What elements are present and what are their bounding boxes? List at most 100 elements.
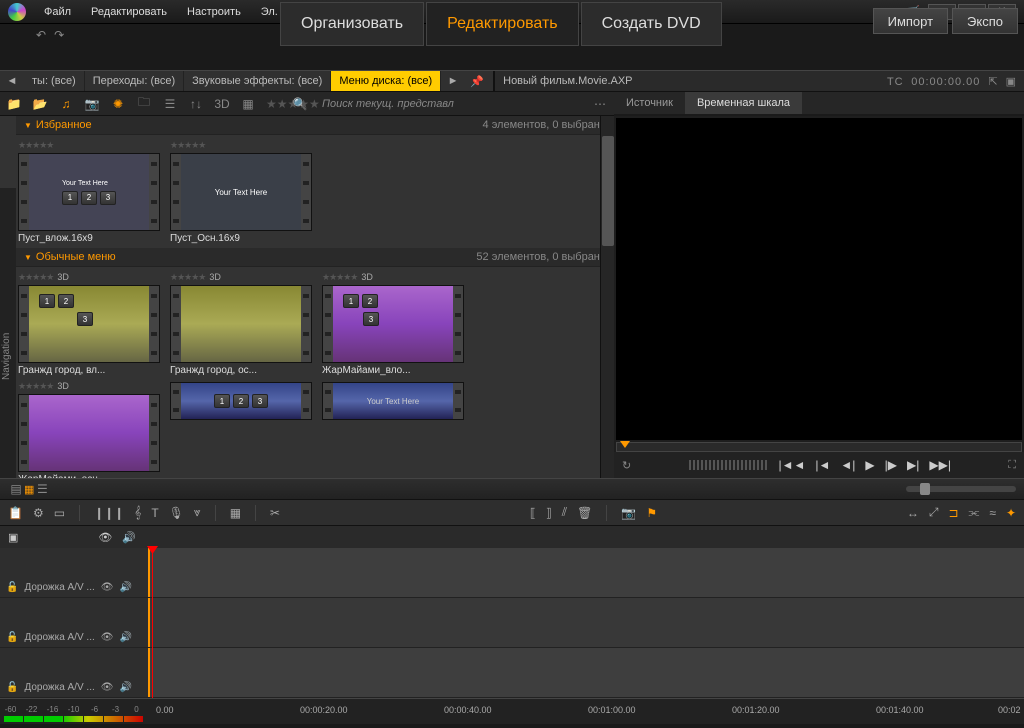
preview-tab-timeline[interactable]: Временная шкала	[685, 92, 802, 114]
search-icon[interactable]: 🔍	[292, 97, 308, 111]
title-icon[interactable]: T	[151, 506, 158, 520]
subtab-discmenu[interactable]: Меню диска: (все)	[331, 71, 441, 91]
lock-icon[interactable]: 🔓	[6, 682, 18, 693]
3d-icon[interactable]: 3D	[214, 97, 230, 111]
timeline-track[interactable]: 🔓Дорожка A/V ...👁🔊	[0, 598, 1024, 648]
multicam-icon[interactable]: ▦	[230, 506, 241, 520]
pin-icon[interactable]: 📌	[465, 71, 489, 91]
tab-dvd[interactable]: Создать DVD	[581, 2, 722, 46]
fit-icon[interactable]: ↔	[907, 506, 919, 520]
timeline-track[interactable]: 🔓Дорожка A/V ...👁🔊	[0, 548, 1024, 598]
prev-button[interactable]: |◄	[815, 458, 830, 472]
loop-icon[interactable]: ↻	[622, 459, 631, 472]
magnet-icon[interactable]: ⊐	[948, 506, 958, 520]
split-icon[interactable]: ⫽	[562, 505, 567, 520]
thumb-size-slider[interactable]	[906, 486, 1016, 492]
folder-open-icon[interactable]: 📂	[32, 97, 48, 111]
sort-icon[interactable]: ↑↓	[188, 97, 204, 111]
go-end-button[interactable]: ▶▶|	[929, 458, 951, 472]
subtab-sfx[interactable]: Звуковые эффекты: (все)	[184, 71, 331, 91]
link-icon[interactable]: ⫘	[969, 505, 980, 520]
export-button[interactable]: Экспо	[952, 8, 1018, 34]
timeline-ruler[interactable]: -60 -22 -16 -10 -6 -3 0 0.00 00:00:20.00…	[0, 698, 1024, 724]
eye-icon[interactable]: 👁	[101, 632, 114, 643]
subtab-transitions[interactable]: Переходы: (все)	[85, 71, 184, 91]
rating-filter[interactable]: ★★★★★	[266, 97, 282, 111]
reel-icon[interactable]: ✺	[110, 97, 126, 111]
step-fwd-button[interactable]: |▶	[885, 458, 897, 472]
razor-icon[interactable]: ✂	[270, 506, 280, 520]
menu-file[interactable]: Файл	[36, 4, 79, 20]
popout-icon[interactable]: ⇱	[988, 75, 997, 88]
lock-icon[interactable]: 🔓	[6, 582, 18, 593]
delete-icon[interactable]: 🗑	[577, 506, 592, 520]
menu-item[interactable]: 123	[170, 380, 318, 478]
treble-icon[interactable]: 𝄞	[134, 505, 141, 520]
menu-item[interactable]: ★★★★★3D 123 Гранжд город, вл...	[18, 271, 166, 376]
redo-icon[interactable]: ↷	[54, 28, 64, 42]
snapshot-icon[interactable]: 📷	[621, 506, 636, 520]
search-input[interactable]: Поиск текущ. представл	[322, 98, 454, 110]
timeline-playhead[interactable]	[152, 548, 153, 698]
step-back-button[interactable]: ◄|	[840, 458, 855, 472]
speaker-icon[interactable]: 🔊	[119, 682, 131, 693]
tab-edit[interactable]: Редактировать	[426, 2, 579, 46]
subtab-1[interactable]: ты: (все)	[24, 71, 85, 91]
menu-item[interactable]: Your Text Here	[322, 380, 470, 478]
list-view-icon[interactable]: ☰	[34, 482, 50, 496]
camera-icon[interactable]: 📷	[84, 97, 100, 111]
eye-icon[interactable]: 👁	[101, 582, 114, 593]
list-icon[interactable]: ☰	[162, 97, 178, 111]
speaker-icon[interactable]: 🔊	[122, 531, 136, 544]
menu-item[interactable]: ★★★★★3D 123 ЖарМайами_вло...	[322, 271, 470, 376]
rating-stars[interactable]: ★★★★★	[18, 381, 53, 391]
rating-stars[interactable]: ★★★★★	[170, 140, 205, 150]
options-icon[interactable]: ⋯	[592, 97, 608, 111]
clipboard-icon[interactable]: 📋	[8, 506, 23, 520]
trim-out-icon[interactable]: ⟧	[546, 506, 552, 520]
tab-organize[interactable]: Организовать	[280, 2, 424, 46]
fullscreen-icon[interactable]: ▣	[1006, 75, 1016, 88]
menu-item[interactable]: ★★★★★3D ЖарМайами_осн...	[18, 380, 166, 478]
sidebar-toggle-icon[interactable]: ▤	[8, 482, 24, 496]
preview-scrubber[interactable]	[616, 442, 1022, 452]
ducking-icon[interactable]: ⩔	[194, 505, 201, 520]
rating-stars[interactable]: ★★★★★	[170, 272, 205, 282]
menu-setup[interactable]: Настроить	[179, 4, 249, 20]
folder-icon[interactable]: 🗀	[136, 93, 152, 114]
next-button[interactable]: ▶|	[907, 458, 919, 472]
gear-icon[interactable]: ⚙	[33, 506, 44, 520]
rating-stars[interactable]: ★★★★★	[322, 272, 357, 282]
library-scrollbar[interactable]	[600, 116, 614, 478]
menu-item[interactable]: ★★★★★ Your Text Here123 Пуст_влож.16x9	[18, 139, 166, 244]
scroll-right-icon[interactable]: ►	[441, 71, 465, 91]
zoom-icon[interactable]: ⤢	[929, 505, 939, 520]
menu-item[interactable]: ★★★★★ Your Text Here Пуст_Осн.16x9	[170, 139, 318, 244]
jog-wheel[interactable]	[689, 460, 769, 470]
import-button[interactable]: Импорт	[873, 8, 948, 34]
timeline-track[interactable]: 🔓Дорожка A/V ...👁🔊	[0, 648, 1024, 698]
voiceover-icon[interactable]: 🎙	[169, 506, 184, 520]
scroll-left-icon[interactable]: ◄	[0, 71, 24, 91]
collapse-icon[interactable]: ▼	[24, 253, 32, 262]
expand-icon[interactable]: ⛶	[1008, 459, 1016, 472]
rating-stars[interactable]: ★★★★★	[18, 140, 53, 150]
speaker-icon[interactable]: 🔊	[119, 582, 131, 593]
menu-item[interactable]: ★★★★★3D Гранжд город, ос...	[170, 271, 318, 376]
playhead-marker[interactable]	[620, 441, 630, 448]
marker-icon[interactable]: ⚑	[646, 506, 657, 520]
storyboard-icon[interactable]: ▭	[54, 506, 65, 520]
go-start-button[interactable]: |◄◄	[779, 458, 806, 472]
track-collapse-icon[interactable]: ▣	[8, 531, 18, 544]
speaker-icon[interactable]: 🔊	[119, 632, 131, 643]
lock-icon[interactable]: 🔓	[6, 632, 18, 643]
rating-stars[interactable]: ★★★★★	[18, 272, 53, 282]
collapse-icon[interactable]: ▼	[24, 121, 32, 130]
smart-icon[interactable]: ✦	[1006, 506, 1016, 520]
trim-in-icon[interactable]: ⟦	[530, 506, 536, 520]
levels-icon[interactable]: ❙❙❙	[94, 506, 124, 520]
tag-icon[interactable]: ▦	[240, 97, 256, 111]
play-button[interactable]: ▶	[865, 458, 874, 472]
nav-tree-icon[interactable]: 📁	[6, 97, 22, 111]
undo-icon[interactable]: ↶	[36, 28, 46, 42]
